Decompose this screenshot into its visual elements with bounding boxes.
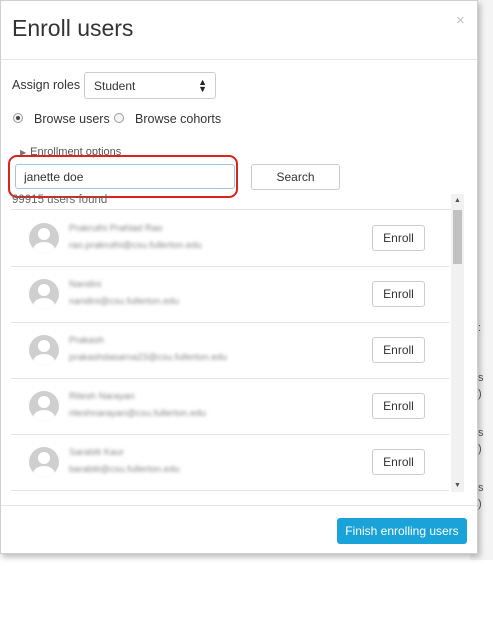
user-list-scrollbar[interactable]: ▲ ▼ — [451, 194, 464, 492]
dialog-footer: Finish enrolling users — [1, 505, 477, 554]
browse-users-label[interactable]: Browse users — [34, 112, 110, 126]
background-text-fragment: ) — [478, 443, 482, 455]
avatar — [29, 447, 59, 477]
close-icon[interactable]: × — [456, 12, 465, 29]
enrollment-options-toggle[interactable]: ▶ Enrollment options — [20, 146, 121, 158]
select-caret-icon: ▲ ▼ — [198, 77, 207, 94]
enroll-button[interactable]: Enroll — [372, 393, 425, 419]
assign-roles-select[interactable]: Student ▲ ▼ — [84, 72, 216, 99]
list-item: Sarabiti Kaur barabiti@csu.fullerton.edu… — [11, 434, 449, 491]
browse-cohorts-label[interactable]: Browse cohorts — [135, 112, 221, 126]
list-item: Nandini nandini@csu.fullerton.edu Enroll — [11, 266, 449, 323]
enroll-button[interactable]: Enroll — [372, 449, 425, 475]
list-item: Prakruthi Prahlad Rao rao.prakruthi@csu.… — [11, 210, 449, 267]
background-text-fragment: s — [478, 372, 484, 384]
assign-roles-value: Student — [94, 79, 136, 93]
user-email: rao.prakruthi@csu.fullerton.edu — [69, 240, 202, 251]
search-input[interactable] — [15, 164, 235, 189]
browse-users-radio[interactable] — [13, 113, 23, 123]
list-item: Prakash prakashdasarna23@csu.fullerton.e… — [11, 322, 449, 379]
background-text-fragment: s — [478, 427, 484, 439]
background-text-fragment: s — [478, 482, 484, 494]
scroll-up-arrow-icon[interactable]: ▲ — [451, 194, 464, 207]
enroll-users-dialog: Enroll users × Assign roles Student ▲ ▼ B… — [0, 0, 478, 554]
enroll-button[interactable]: Enroll — [372, 225, 425, 251]
enroll-button[interactable]: Enroll — [372, 281, 425, 307]
user-name: Sarabiti Kaur — [69, 447, 124, 458]
avatar — [29, 279, 59, 309]
background-text-fragment: : — [478, 322, 482, 334]
background-text-fragment: ) — [478, 388, 482, 400]
list-item: Ritesh Narayan riteshnarayan@csu.fullert… — [11, 378, 449, 435]
search-button[interactable]: Search — [251, 164, 340, 190]
assign-roles-label: Assign roles — [12, 78, 81, 92]
browse-cohorts-radio[interactable] — [114, 113, 124, 123]
user-name: Prakash — [69, 335, 104, 346]
user-name: Prakruthi Prahlad Rao — [69, 223, 163, 234]
enrollment-options-label: Enrollment options — [30, 146, 122, 158]
user-email: barabiti@csu.fullerton.edu — [69, 464, 180, 475]
avatar — [29, 391, 59, 421]
avatar — [29, 223, 59, 253]
user-list: Prakruthi Prahlad Rao rao.prakruthi@csu.… — [11, 209, 451, 495]
avatar — [29, 335, 59, 365]
user-name: Nandini — [69, 279, 102, 290]
dialog-title: Enroll users — [12, 15, 134, 41]
scroll-down-arrow-icon[interactable]: ▼ — [451, 479, 464, 492]
finish-enrolling-button[interactable]: Finish enrolling users — [337, 518, 467, 544]
dialog-header: Enroll users × — [1, 1, 477, 60]
user-name: Ritesh Narayan — [69, 391, 135, 402]
user-email: nandini@csu.fullerton.edu — [69, 296, 179, 307]
triangle-right-icon: ▶ — [20, 148, 27, 157]
background-text-fragment: ) — [478, 498, 482, 510]
user-email: riteshnarayan@csu.fullerton.edu — [69, 408, 206, 419]
results-count: 99915 users found — [12, 194, 108, 206]
user-email: prakashdasarna23@csu.fullerton.edu — [69, 352, 228, 363]
enroll-button[interactable]: Enroll — [372, 337, 425, 363]
scrollbar-thumb[interactable] — [453, 210, 462, 264]
